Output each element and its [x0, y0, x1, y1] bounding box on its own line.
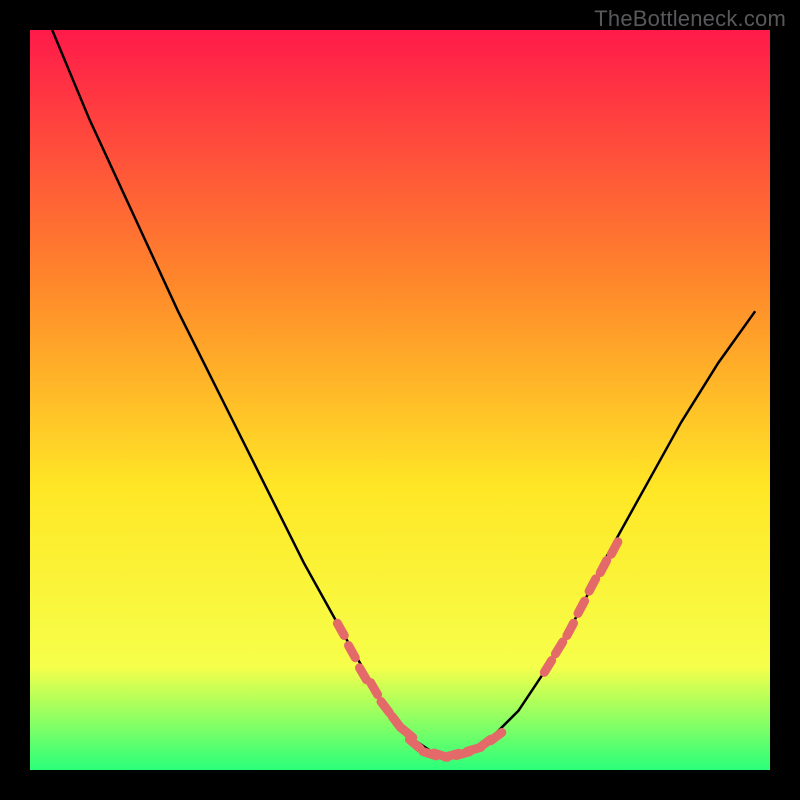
- data-marker: [349, 646, 356, 658]
- data-marker: [337, 623, 344, 635]
- data-marker: [589, 579, 596, 591]
- data-marker: [611, 542, 618, 554]
- chart-frame: [30, 30, 770, 770]
- bottleneck-chart: [30, 30, 770, 770]
- data-marker: [360, 668, 367, 680]
- data-marker: [555, 642, 562, 654]
- watermark-text: TheBottleneck.com: [594, 6, 786, 32]
- data-marker: [567, 623, 574, 635]
- data-marker: [578, 601, 585, 613]
- data-marker: [544, 660, 551, 672]
- gradient-background: [30, 30, 770, 770]
- data-marker: [371, 683, 378, 695]
- data-marker: [600, 560, 607, 572]
